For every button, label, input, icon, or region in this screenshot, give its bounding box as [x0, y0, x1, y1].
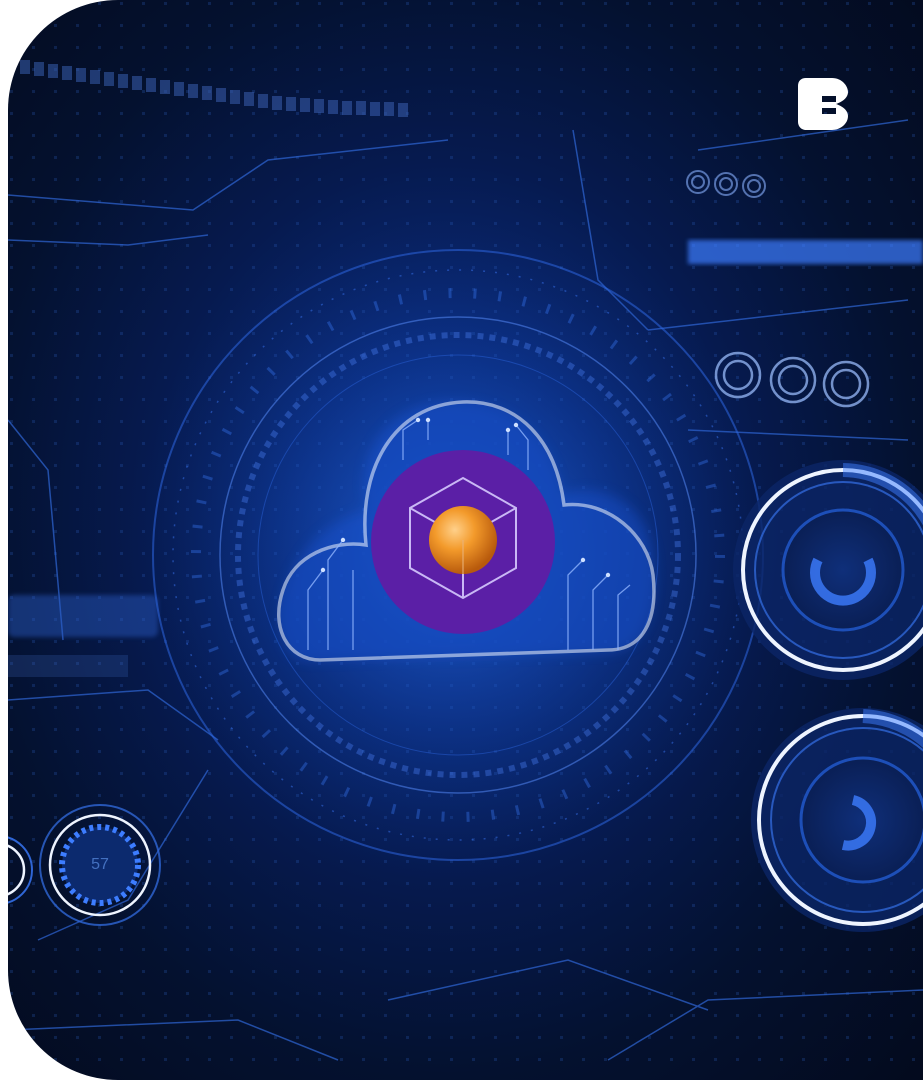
hero-artwork-card: 57: [8, 0, 923, 1080]
right-signal-bar: [688, 240, 923, 264]
tech-background: [8, 0, 923, 1080]
gauge-readout: 57: [91, 856, 109, 873]
cloud-cube-icon: [371, 450, 555, 634]
brand-logo-icon: [798, 78, 848, 130]
